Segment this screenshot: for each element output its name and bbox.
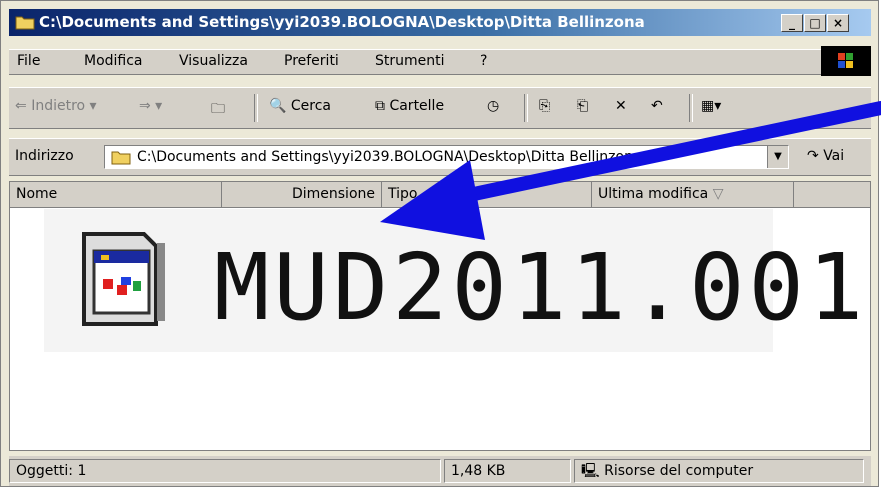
back-button[interactable]: ⇐ Indietro ▾: [15, 98, 97, 114]
menu-modifica[interactable]: Modifica: [84, 53, 143, 69]
up-button[interactable]: 🗀: [211, 98, 225, 122]
undo-icon: ↶: [651, 98, 663, 114]
column-header-nome[interactable]: Nome: [10, 182, 222, 208]
menu-visualizza[interactable]: Visualizza: [179, 53, 248, 69]
menu-bar: File Modifica Visualizza Preferiti Strum…: [9, 46, 871, 76]
delete-icon: ✕: [615, 98, 627, 114]
folders-icon: ⧉: [375, 98, 385, 114]
search-icon: 🔍: [269, 98, 287, 114]
close-button[interactable]: ×: [827, 14, 849, 32]
file-type-icon: [82, 232, 165, 326]
address-input[interactable]: C:\Documents and Settings\yyi2039.BOLOGN…: [104, 145, 789, 169]
forward-button[interactable]: ⇒ ▾: [139, 98, 162, 114]
go-button[interactable]: ↷ Vai: [807, 148, 844, 164]
up-folder-icon: 🗀: [211, 101, 225, 117]
views-icon: ▦: [701, 98, 715, 114]
column-header-tipo[interactable]: Tipo: [382, 182, 592, 208]
menu-help[interactable]: ?: [480, 53, 487, 69]
folders-button[interactable]: ⧉ Cartelle: [375, 98, 444, 114]
toolbar-separator: [689, 94, 693, 122]
menu-preferiti[interactable]: Preferiti: [284, 53, 339, 69]
move-to-button[interactable]: ⎘: [539, 98, 550, 114]
copy-to-icon: ⎗: [577, 98, 589, 114]
views-button[interactable]: ▦▾: [701, 98, 721, 114]
address-value: C:\Documents and Settings\yyi2039.BOLOGN…: [137, 149, 642, 165]
zoomed-file-item[interactable]: MUD2011.001: [44, 209, 863, 352]
minimize-button[interactable]: _: [781, 14, 803, 32]
toolbar-separator: [254, 94, 258, 122]
history-icon: ◷: [487, 98, 500, 114]
file-name: MUD2011.001: [214, 234, 868, 341]
explorer-window: C:\Documents and Settings\yyi2039.BOLOGN…: [0, 0, 879, 487]
go-icon: ↷: [807, 148, 819, 164]
window-title: C:\Documents and Settings\yyi2039.BOLOGN…: [39, 13, 645, 31]
title-bar[interactable]: C:\Documents and Settings\yyi2039.BOLOGN…: [9, 9, 871, 36]
history-button[interactable]: ◷: [487, 98, 499, 114]
toolbar-separator: [524, 94, 528, 122]
copy-to-button[interactable]: ⎗: [577, 98, 588, 114]
folder-icon: [15, 16, 35, 30]
folder-icon: [111, 151, 131, 165]
windows-logo-icon: [821, 46, 871, 76]
column-header-dimensione[interactable]: Dimensione: [222, 182, 382, 208]
search-button[interactable]: 🔍 Cerca: [269, 98, 331, 114]
column-header-empty: [794, 182, 870, 208]
back-arrow-icon: ⇐: [15, 98, 27, 114]
delete-button[interactable]: ✕: [615, 98, 627, 114]
address-label: Indirizzo: [15, 148, 74, 164]
status-size: 1,48 KB: [444, 459, 571, 483]
status-bar: Oggetti: 1 1,48 KB 🖳 Risorse del compute…: [9, 456, 871, 486]
menu-strumenti[interactable]: Strumenti: [375, 53, 445, 69]
sort-down-icon: ▽: [712, 186, 724, 202]
address-bar: Indirizzo C:\Documents and Settings\yyi2…: [9, 138, 871, 176]
standard-toolbar: ⇐ Indietro ▾ ⇒ ▾ 🗀 🔍 Cerca ⧉ Cartelle ◷ …: [9, 87, 871, 129]
status-location: 🖳 Risorse del computer: [574, 459, 864, 483]
maximize-button[interactable]: □: [804, 14, 826, 32]
computer-icon: 🖳: [581, 463, 600, 479]
undo-button[interactable]: ↶: [651, 98, 663, 114]
move-to-icon: ⎘: [539, 98, 551, 114]
address-dropdown-button[interactable]: ▼: [767, 146, 788, 168]
column-header-ultima-modifica[interactable]: Ultima modifica ▽: [592, 182, 794, 208]
menu-file[interactable]: File: [17, 53, 40, 69]
forward-arrow-icon: ⇒: [139, 98, 151, 114]
status-objects: Oggetti: 1: [9, 459, 441, 483]
